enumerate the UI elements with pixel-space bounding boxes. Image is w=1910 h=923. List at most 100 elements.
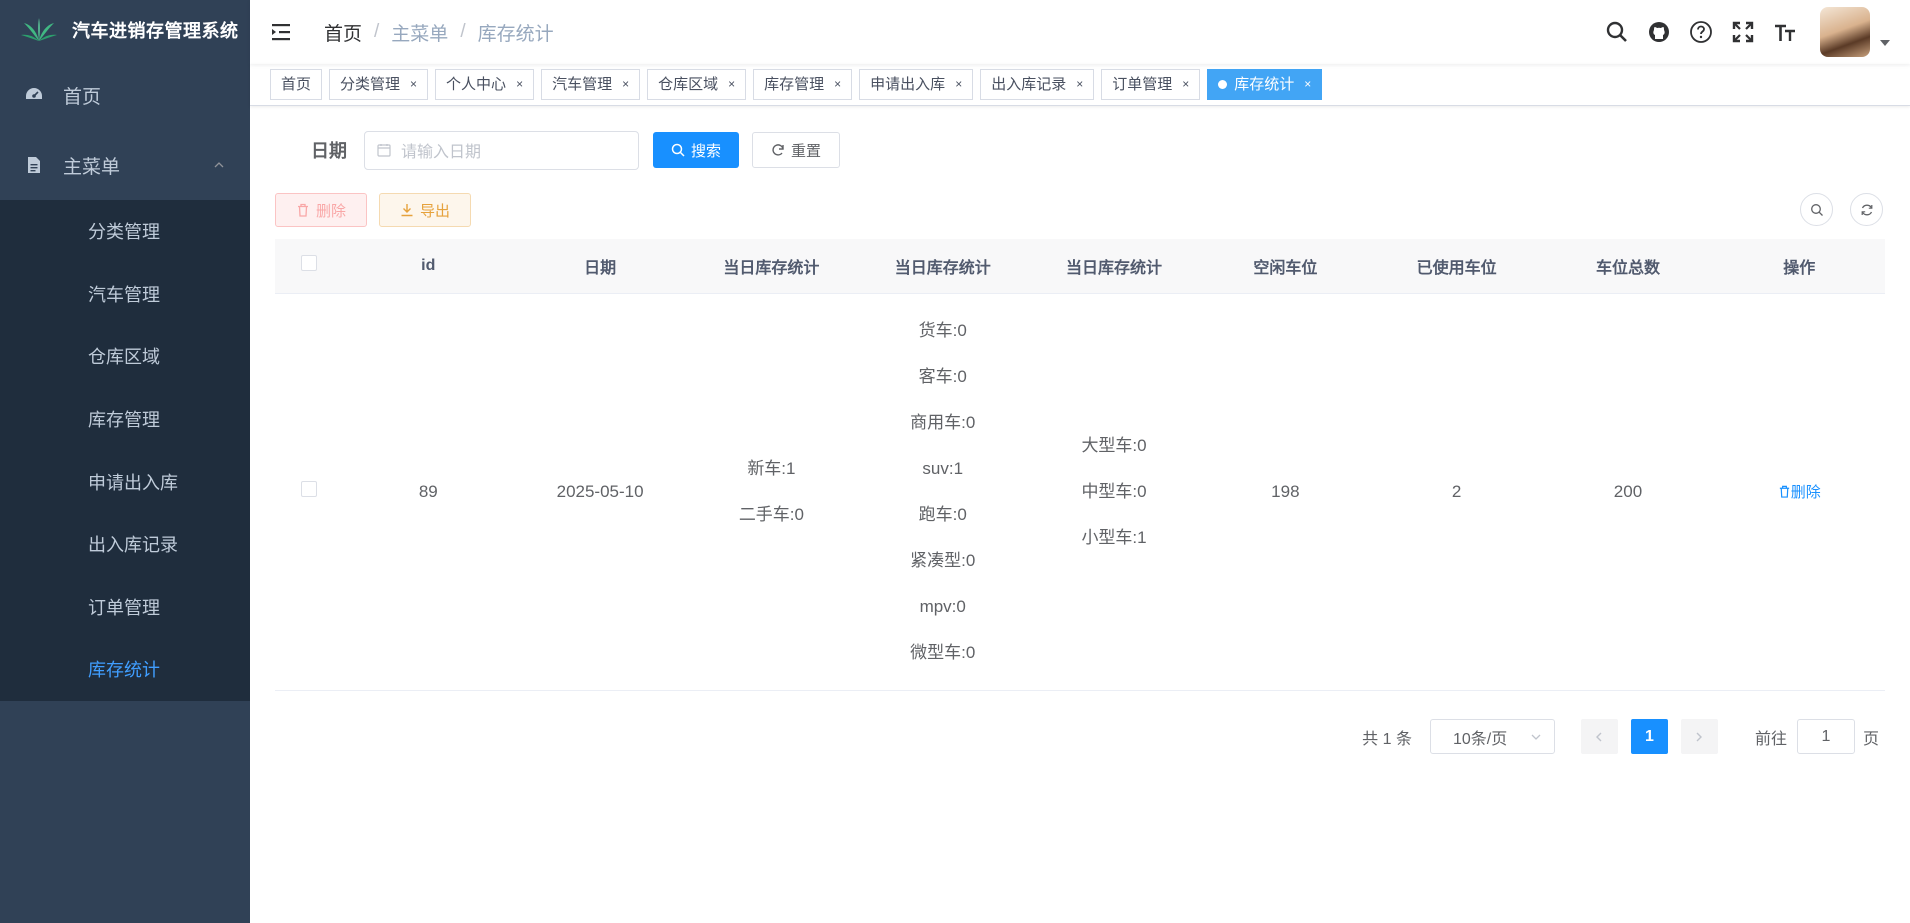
close-icon[interactable]: × (1076, 70, 1083, 99)
sidebar-item-apply-inout[interactable]: 申请出入库 (0, 450, 250, 513)
tag-cars[interactable]: 汽车管理 × (541, 69, 641, 100)
close-icon[interactable]: × (955, 70, 962, 99)
sidebar-item-orders[interactable]: 订单管理 (0, 576, 250, 639)
tags-view: 首页 分类管理 × 个人中心 × 汽车管理 × 仓库区域 × 库存管理 × 申请出入库 × … (250, 64, 1910, 106)
breadcrumb-separator: / (374, 21, 380, 42)
chevron-down-icon (1531, 734, 1541, 740)
tag-label: 个人中心 (446, 76, 507, 93)
export-button-label: 导出 (420, 202, 451, 220)
date-input[interactable]: 请输入日期 (364, 130, 639, 170)
sidebar-item-home[interactable]: 首页 (0, 60, 250, 130)
tag-label: 出入库记录 (991, 76, 1067, 93)
search-form: 日期 请输入日期 搜索 重置 (275, 106, 1885, 194)
tag-label: 申请出入库 (870, 76, 946, 93)
tag-home[interactable]: 首页 (270, 69, 323, 100)
tag-label: 订单管理 (1112, 76, 1173, 93)
close-icon[interactable]: × (1304, 70, 1311, 99)
sidebar: 汽车进销存管理系统 首页 主菜单 分类管理 汽车管理 仓库区域 库存管理 申请出… (0, 0, 250, 923)
cell-size-stats: 大型车:0 中型车:0 小型车:1 (1028, 293, 1200, 691)
hamburger-icon[interactable] (272, 22, 294, 42)
tag-apply-inout[interactable]: 申请出入库 × (859, 69, 974, 100)
trash-icon (1779, 485, 1789, 498)
sidebar-item-inventory-stats[interactable]: 库存统计 (0, 638, 250, 701)
close-icon[interactable]: × (410, 70, 417, 99)
header-actions: 操作 (1713, 239, 1885, 294)
goto-prefix: 前往 (1754, 730, 1787, 748)
sidebar-item-warehouse-area[interactable]: 仓库区域 (0, 325, 250, 388)
sidebar-item-home-label: 首页 (63, 86, 102, 108)
trash-icon (298, 203, 308, 217)
tag-category[interactable]: 分类管理 × (329, 69, 429, 100)
cell-type-stats: 货车:0 客车:0 商用车:0 suv:1 跑车:0 紧凑型:0 mpv:0 微… (857, 293, 1029, 691)
close-icon[interactable]: × (516, 70, 523, 99)
caret-down-icon[interactable] (1880, 40, 1890, 46)
stat-line: 新车:1 (747, 458, 796, 478)
close-icon[interactable]: × (622, 70, 629, 99)
search-icon[interactable] (1604, 19, 1630, 45)
submenu: 分类管理 汽车管理 仓库区域 库存管理 申请出入库 出入库记录 订单管理 库存统… (0, 200, 250, 701)
close-icon[interactable]: × (834, 70, 841, 99)
breadcrumb: 首页 / 主菜单 / 库存统计 (324, 19, 554, 46)
sidebar-item-main-menu-label: 主菜单 (63, 156, 121, 178)
tag-orders[interactable]: 订单管理 × (1101, 69, 1201, 100)
cell-free-spaces: 198 (1199, 293, 1371, 691)
font-size-icon[interactable] (1772, 19, 1798, 45)
date-label: 日期 (311, 141, 347, 161)
header-daily-stats: 当日库存统计 (685, 239, 858, 294)
tag-inventory-stats[interactable]: 库存统计 × (1207, 69, 1323, 100)
logo: 汽车进销存管理系统 (0, 0, 250, 60)
pagination-total: 共 1 条 (1362, 730, 1412, 748)
pagination: 共 1 条 10条/页 1 前往 1 页 (275, 691, 1885, 783)
page-size-select[interactable]: 10条/页 (1429, 719, 1555, 754)
breadcrumb-home[interactable]: 首页 (324, 19, 362, 46)
chevron-left-icon (1596, 732, 1602, 741)
prev-page-button[interactable] (1580, 719, 1618, 754)
close-icon[interactable]: × (1182, 70, 1189, 99)
refresh-button[interactable] (1850, 193, 1883, 226)
active-dot (1218, 80, 1228, 89)
next-page-button[interactable] (1680, 719, 1718, 754)
search-button[interactable]: 搜索 (653, 132, 740, 168)
calendar-icon (377, 144, 391, 157)
sidebar-item-main-menu[interactable]: 主菜单 (0, 130, 250, 200)
sidebar-item-inventory[interactable]: 库存管理 (0, 388, 250, 451)
table-toolbar: 删除 导出 (275, 188, 1885, 232)
cell-select (275, 293, 343, 691)
cell-date: 2025-05-10 (514, 293, 686, 691)
stat-line: 大型车:0 (1081, 435, 1147, 455)
tag-warehouse-area[interactable]: 仓库区域 × (647, 69, 747, 100)
stat-line: 客车:0 (918, 366, 967, 386)
tag-inout-records[interactable]: 出入库记录 × (980, 69, 1095, 100)
tag-inventory[interactable]: 库存管理 × (753, 69, 853, 100)
sidebar-item-inout-records[interactable]: 出入库记录 (0, 513, 250, 576)
sidebar-item-cars[interactable]: 汽车管理 (0, 263, 250, 326)
download-icon (401, 204, 413, 217)
refresh-icon (1861, 204, 1872, 215)
tag-label: 分类管理 (340, 76, 401, 93)
header-date: 日期 (514, 239, 686, 294)
dashboard-icon (26, 88, 42, 99)
cell-age-stats: 新车:1 二手车:0 (685, 293, 858, 691)
tag-label: 库存统计 (1234, 76, 1295, 93)
fullscreen-icon[interactable] (1730, 19, 1756, 45)
delete-button-label: 删除 (316, 202, 347, 220)
tag-profile[interactable]: 个人中心 × (435, 69, 535, 100)
toggle-search-button[interactable] (1800, 193, 1833, 226)
row-checkbox[interactable] (300, 481, 317, 497)
goto-page-input[interactable]: 1 (1796, 719, 1855, 754)
reset-button[interactable]: 重置 (752, 132, 841, 168)
navbar-right (1588, 0, 1890, 64)
sidebar-item-category[interactable]: 分类管理 (0, 200, 250, 263)
select-all-checkbox[interactable] (300, 255, 317, 272)
close-icon[interactable]: × (728, 70, 735, 99)
row-delete-link[interactable]: 删除 (1778, 481, 1821, 502)
help-icon[interactable] (1688, 19, 1714, 45)
date-placeholder: 请输入日期 (401, 144, 482, 161)
delete-button[interactable]: 删除 (275, 193, 368, 227)
export-button[interactable]: 导出 (379, 193, 472, 227)
github-icon[interactable] (1646, 19, 1672, 45)
avatar[interactable] (1820, 7, 1870, 57)
page-number-current[interactable]: 1 (1630, 719, 1668, 754)
refresh-icon (772, 144, 784, 156)
cell-used-spaces: 2 (1371, 293, 1543, 691)
